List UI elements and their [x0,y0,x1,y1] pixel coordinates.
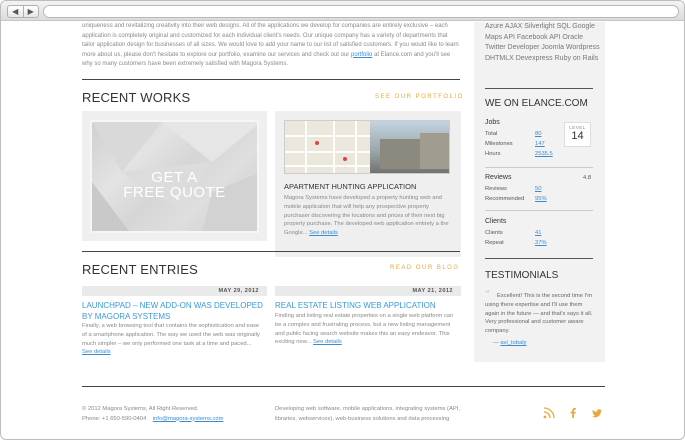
entry-description: Finding and listing real estate properti… [275,312,455,347]
divider [485,258,593,259]
address-bar[interactable] [43,5,679,18]
divider [485,210,593,211]
stat-label: Total [485,131,498,137]
quote-line-1: GET A [151,169,198,186]
entry-date: MAY 29, 2012 [82,286,267,296]
stat-value[interactable]: 80 [535,131,541,137]
testimonial-author[interactable]: — avi_tobaly [493,340,527,346]
phone: Phone: +1 650-590-0404 [82,415,147,422]
stat-label: Repeat [485,240,504,246]
rss-icon[interactable] [543,407,555,419]
browser-window: ◀ ▶ uniqueness and revitalizing creativi… [0,0,685,440]
work-title[interactable]: APARTMENT HUNTING APPLICATION [284,182,416,191]
recent-works-title: RECENT WORKS [82,90,191,105]
intro-paragraph: uniqueness and revitalizing creativity i… [82,22,460,70]
see-details-link[interactable]: See details [309,230,338,236]
work-description: Magora Systems have developed a property… [284,194,454,238]
see-details-link[interactable]: See details [82,349,111,355]
stat-value[interactable]: 41 [535,230,541,236]
entry-title[interactable]: LAUNCHPAD – NEW ADD-ON WAS DEVELOPED BY … [82,300,267,322]
entry-desc-text: Finally, a web browsing tool that contai… [82,323,260,347]
divider [485,167,593,168]
stat-value[interactable]: 95% [535,196,547,202]
entry-desc-text: Finding and listing real estate properti… [275,313,454,346]
footer-contact: © 2012 Magora Systems, All Right Reserve… [82,405,262,424]
entry-title[interactable]: REAL ESTATE LISTING WEB APPLICATION [275,300,461,311]
entry-date: MAY 21, 2012 [275,286,461,296]
free-quote-banner[interactable]: GET A FREE QUOTE [90,120,259,233]
recent-entries-title: RECENT ENTRIES [82,262,198,277]
rating-value: 4.8 [583,175,592,181]
email-link[interactable]: info@magora-systems.com [153,416,224,422]
entry-description: Finally, a web browsing tool that contai… [82,322,262,357]
free-quote-text: GET A FREE QUOTE [92,170,257,200]
stat-label: Reviews [485,186,507,192]
page-content: uniqueness and revitalizing creativity i… [1,22,684,439]
testimonials-title: TESTIMONIALS [485,270,559,281]
clients-title: Clients [485,218,507,225]
footer-tagline: Developing web software, mobile applicat… [275,406,460,422]
forward-icon[interactable]: ▶ [24,6,39,17]
divider [485,88,593,89]
stat-value[interactable]: 50 [535,186,541,192]
back-icon[interactable]: ◀ [8,6,24,17]
portfolio-link[interactable]: portfolio [351,52,372,58]
quote-line-2: FREE QUOTE [123,184,226,201]
stat-value[interactable]: 37% [535,240,547,246]
divider [82,251,460,252]
browser-toolbar: ◀ ▶ [1,1,684,21]
apartment-app-thumbnail[interactable] [284,120,450,174]
work-card-apartment: APARTMENT HUNTING APPLICATION Magora Sys… [275,111,461,257]
read-blog-link[interactable]: READ OUR BLOG [390,265,460,271]
stat-label: Clients [485,230,503,236]
stat-label: Hours [485,151,501,157]
reviews-title: Reviews [485,174,512,181]
see-details-link[interactable]: See details [313,339,342,345]
author-link[interactable]: avi_tobaly [500,340,526,346]
technology-tags: Azure AJAX Silverlight SQL Google Maps A… [485,23,600,62]
nav-buttons: ◀ ▶ [7,5,39,18]
level-badge: LEVEL 14 [564,122,591,147]
testimonial-text: Excellent! This is the second time I'm u… [485,293,593,335]
map-view [285,121,370,173]
jobs-title: Jobs [485,119,500,126]
stat-label: Milestones [485,141,513,147]
twitter-icon[interactable] [591,407,603,419]
elance-title: WE ON ELANCE.COM [485,98,588,109]
see-portfolio-link[interactable]: SEE OUR PORTFOLIO [375,94,464,100]
stat-label: Recommended [485,196,525,202]
stat-value[interactable]: 147 [535,141,545,147]
stat-value[interactable]: 2535.5 [535,151,553,157]
facebook-icon[interactable] [567,407,579,419]
divider [82,79,460,80]
free-quote-card[interactable]: GET A FREE QUOTE [82,111,267,241]
copyright: © 2012 Magora Systems, All Right Reserve… [82,406,199,412]
footer-divider [82,386,605,387]
level-value: 14 [571,130,584,142]
street-view [370,121,449,173]
